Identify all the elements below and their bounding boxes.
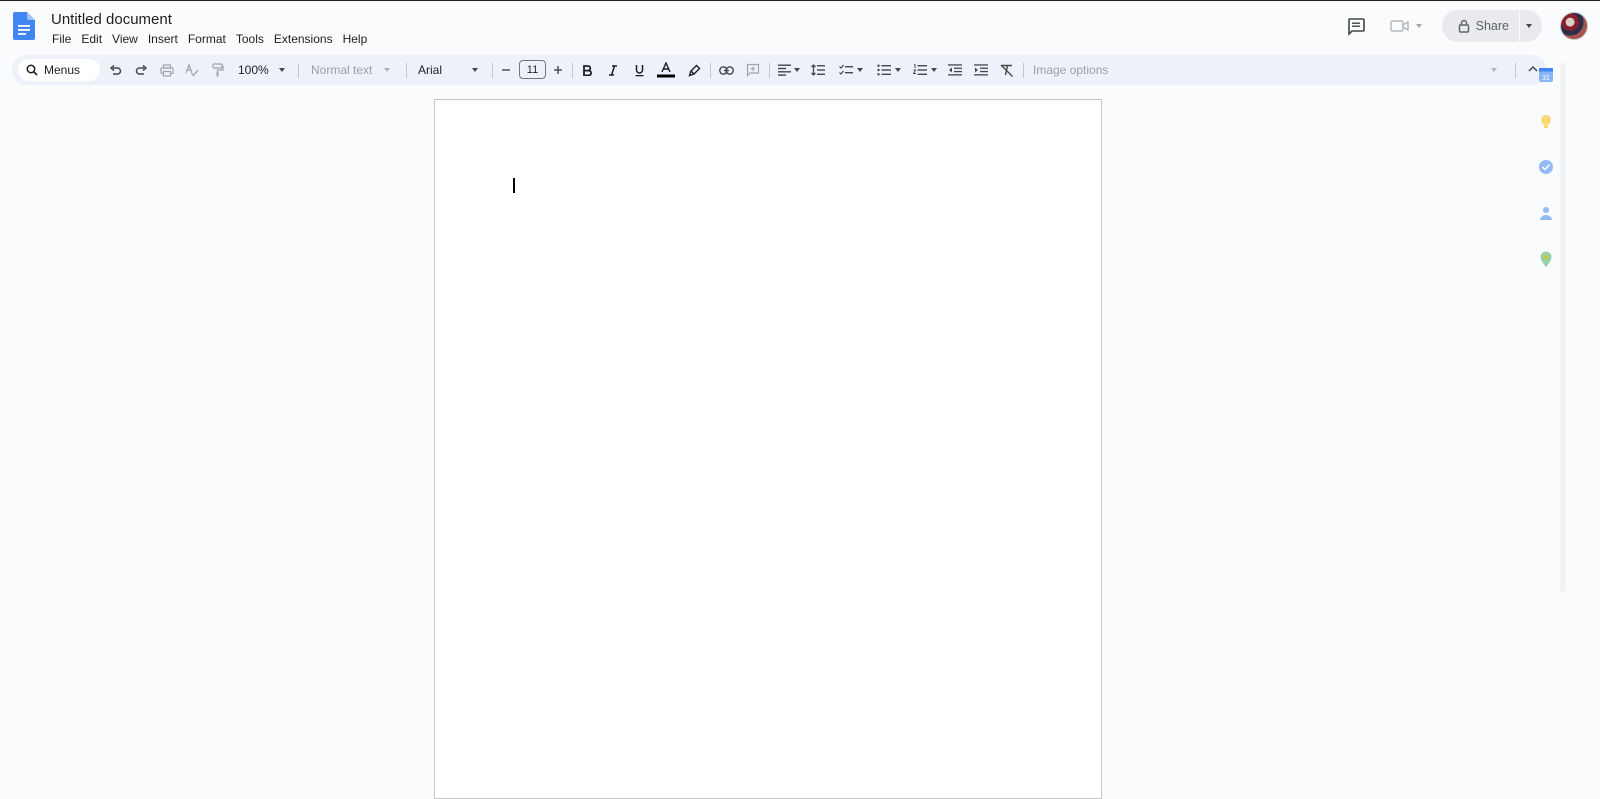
search-menus-button[interactable]: Menus bbox=[18, 59, 100, 81]
align-icon[interactable] bbox=[775, 55, 803, 85]
decrease-indent-icon[interactable] bbox=[946, 55, 964, 85]
font-value: Arial bbox=[418, 63, 443, 77]
side-panel-scrollbar[interactable] bbox=[1560, 62, 1566, 592]
undo-icon[interactable] bbox=[106, 55, 124, 85]
spellcheck-icon[interactable] bbox=[183, 55, 201, 85]
increase-font-icon[interactable] bbox=[551, 55, 565, 85]
menu-format[interactable]: Format bbox=[183, 31, 231, 47]
text-cursor bbox=[513, 178, 515, 193]
style-select[interactable]: Normal text bbox=[311, 55, 397, 85]
video-camera-icon bbox=[1389, 20, 1409, 32]
lock-icon bbox=[1458, 19, 1469, 33]
toolbar-divider bbox=[1023, 63, 1024, 78]
chevron-down-icon bbox=[1415, 24, 1422, 28]
toolbar-divider bbox=[492, 63, 493, 78]
text-color-icon[interactable] bbox=[656, 55, 676, 85]
calendar-icon[interactable]: 31 bbox=[1537, 66, 1555, 84]
calendar-badge: 31 bbox=[1542, 75, 1550, 82]
header-actions: Share bbox=[1344, 10, 1588, 42]
toolbar-divider bbox=[1515, 63, 1516, 78]
share-divider bbox=[1519, 10, 1520, 42]
line-spacing-icon[interactable] bbox=[809, 55, 827, 85]
image-options-chevron-icon bbox=[1491, 68, 1497, 72]
image-options-label: Image options bbox=[1033, 63, 1109, 77]
window-top-border bbox=[0, 0, 1600, 1]
share-button[interactable]: Share bbox=[1441, 10, 1542, 42]
italic-icon[interactable] bbox=[605, 55, 621, 85]
style-value: Normal text bbox=[311, 63, 373, 77]
menu-insert[interactable]: Insert bbox=[143, 31, 183, 47]
tasks-icon[interactable] bbox=[1537, 158, 1555, 176]
meet-button[interactable] bbox=[1384, 11, 1428, 41]
menu-edit[interactable]: Edit bbox=[76, 31, 107, 47]
clear-formatting-icon[interactable] bbox=[998, 55, 1016, 85]
share-options-chevron-icon[interactable] bbox=[1526, 24, 1532, 28]
maps-icon[interactable] bbox=[1537, 250, 1555, 268]
font-chevron-icon bbox=[472, 68, 479, 72]
underline-icon[interactable] bbox=[631, 55, 647, 85]
highlight-icon[interactable] bbox=[685, 55, 703, 85]
toolbar-divider bbox=[710, 63, 711, 78]
numbered-list-chevron-icon bbox=[931, 68, 937, 72]
menu-help[interactable]: Help bbox=[338, 31, 373, 47]
toolbar-divider bbox=[769, 63, 770, 78]
toolbar-divider bbox=[298, 63, 299, 78]
bulleted-list-chevron-icon bbox=[895, 68, 901, 72]
menu-view[interactable]: View bbox=[107, 31, 143, 47]
numbered-list-icon[interactable] bbox=[910, 55, 940, 85]
font-size-input[interactable]: 11 bbox=[519, 60, 546, 79]
document-page[interactable] bbox=[434, 99, 1102, 799]
toolbar-divider bbox=[406, 63, 407, 78]
decrease-font-icon[interactable] bbox=[499, 55, 513, 85]
menu-bar: File Edit View Insert Format Tools Exten… bbox=[47, 31, 372, 47]
image-options-button[interactable]: Image options bbox=[1033, 55, 1503, 85]
share-label: Share bbox=[1475, 19, 1509, 33]
menu-file[interactable]: File bbox=[47, 31, 76, 47]
paint-format-icon[interactable] bbox=[209, 55, 227, 85]
style-chevron-icon bbox=[384, 68, 391, 72]
checklist-chevron-icon bbox=[857, 68, 863, 72]
font-select[interactable]: Arial bbox=[418, 55, 482, 85]
document-title[interactable]: Untitled document bbox=[49, 10, 174, 29]
zoom-select[interactable]: 100% bbox=[238, 55, 290, 85]
bulleted-list-icon[interactable] bbox=[874, 55, 904, 85]
redo-icon[interactable] bbox=[132, 55, 150, 85]
search-icon bbox=[26, 64, 38, 76]
checklist-icon[interactable] bbox=[836, 55, 866, 85]
increase-indent-icon[interactable] bbox=[972, 55, 990, 85]
keep-icon[interactable] bbox=[1537, 113, 1555, 131]
zoom-value: 100% bbox=[238, 63, 269, 77]
align-chevron-icon bbox=[794, 68, 800, 72]
search-menus-label: Menus bbox=[44, 63, 81, 77]
avatar[interactable] bbox=[1560, 12, 1588, 40]
print-icon[interactable] bbox=[158, 55, 176, 85]
bold-icon[interactable] bbox=[579, 55, 595, 85]
zoom-chevron-icon bbox=[278, 68, 285, 72]
docs-logo-icon[interactable] bbox=[13, 12, 35, 40]
menu-tools[interactable]: Tools bbox=[231, 31, 269, 47]
add-comment-icon[interactable] bbox=[744, 55, 762, 85]
menu-extensions[interactable]: Extensions bbox=[269, 31, 338, 47]
toolbar: Menus 100% Normal text Arial 11 Image op… bbox=[12, 55, 1547, 85]
contacts-icon[interactable] bbox=[1537, 204, 1555, 222]
link-icon[interactable] bbox=[717, 55, 735, 85]
comment-icon[interactable] bbox=[1344, 14, 1368, 38]
toolbar-divider bbox=[572, 63, 573, 78]
